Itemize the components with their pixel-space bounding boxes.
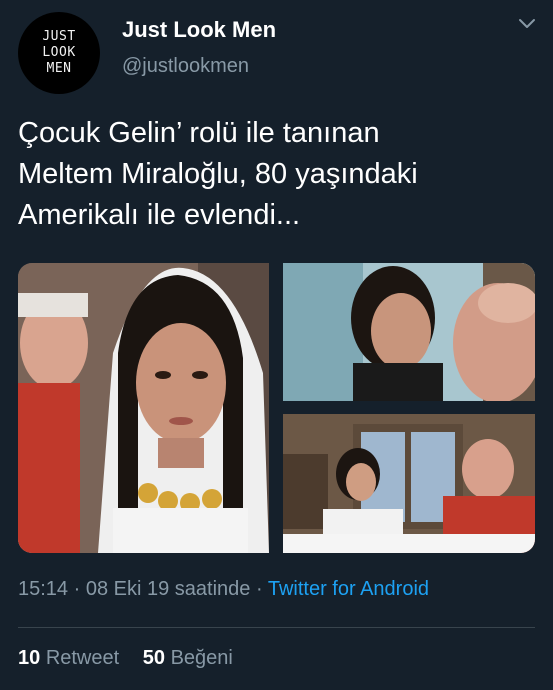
likes-stat[interactable]: 50 Beğeni <box>143 647 233 670</box>
user-handle[interactable]: @justlookmen <box>122 55 249 78</box>
tweet-date[interactable]: 08 Eki 19 saatinde <box>86 578 251 600</box>
chevron-down-icon[interactable] <box>516 12 538 34</box>
avatar-text-line: MEN <box>46 61 72 76</box>
retweets-count: 10 <box>18 647 41 669</box>
tweet-stats: 10 Retweet 50 Beğeni <box>18 647 233 670</box>
retweets-stat[interactable]: 10 Retweet <box>18 647 119 670</box>
avatar-text-line: LOOK <box>42 45 76 60</box>
tweet-timestamp: 15:14 · 08 Eki 19 saatinde · Twitter for… <box>18 578 429 601</box>
tweet-time[interactable]: 15:14 <box>18 578 68 600</box>
retweets-label: Retweet <box>45 647 120 669</box>
avatar-text-line: JUST <box>42 29 76 44</box>
likes-count: 50 <box>142 647 165 669</box>
tweet-text-line: Çocuk Gelin’ rolü ile tanınan <box>18 117 380 149</box>
photo-couple-home[interactable] <box>283 414 535 553</box>
separator: · <box>250 578 268 600</box>
display-name[interactable]: Just Look Men <box>122 17 276 43</box>
avatar[interactable]: JUST LOOK MEN <box>18 12 100 94</box>
tweet-text-line: Meltem Miraloğlu, 80 yaşındaki <box>18 158 418 190</box>
likes-label: Beğeni <box>170 647 233 669</box>
tweet-text-line: Amerikalı ile evlendi... <box>18 199 301 231</box>
tweet-text: Çocuk Gelin’ rolü ile tanınan Meltem Mir… <box>18 113 538 236</box>
separator: · <box>68 578 86 600</box>
divider <box>18 627 535 628</box>
media-grid <box>18 263 535 553</box>
photo-bride[interactable] <box>18 263 269 553</box>
tweet-source-link[interactable]: Twitter for Android <box>268 578 429 600</box>
photo-couple-closeup[interactable] <box>283 263 535 401</box>
tweet: JUST LOOK MEN Just Look Men @justlookmen… <box>0 0 553 690</box>
